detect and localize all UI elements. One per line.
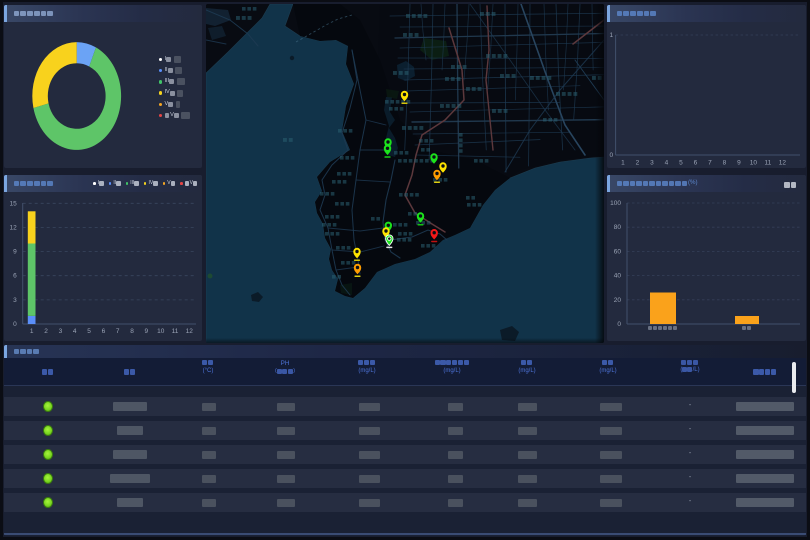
svg-text:7: 7 — [708, 160, 712, 167]
svg-text:8: 8 — [723, 160, 727, 167]
svg-text:7: 7 — [116, 328, 120, 335]
svg-text:11: 11 — [765, 160, 772, 167]
svg-text:11: 11 — [172, 328, 179, 335]
svg-text:8: 8 — [130, 328, 134, 335]
svg-text:12: 12 — [9, 224, 17, 231]
svg-text:9: 9 — [144, 328, 148, 335]
svg-text:5: 5 — [679, 160, 683, 167]
svg-text:1: 1 — [30, 328, 34, 335]
svg-text:6: 6 — [102, 328, 106, 335]
svg-text:6: 6 — [13, 273, 17, 280]
svg-text:9: 9 — [13, 249, 17, 256]
svg-text:60: 60 — [614, 248, 622, 255]
svg-text:15: 15 — [9, 200, 17, 207]
svg-text:9: 9 — [737, 160, 741, 167]
svg-text:3: 3 — [650, 160, 654, 167]
svg-text:12: 12 — [186, 328, 194, 335]
svg-text:1: 1 — [609, 32, 613, 39]
svg-text:12: 12 — [779, 160, 787, 167]
svg-text:0: 0 — [13, 321, 17, 328]
svg-text:10: 10 — [157, 328, 165, 335]
svg-text:0: 0 — [609, 152, 613, 159]
svg-text:40: 40 — [614, 273, 622, 280]
svg-text:80: 80 — [614, 224, 622, 231]
svg-text:0: 0 — [617, 321, 621, 328]
svg-text:3: 3 — [13, 297, 17, 304]
svg-text:2: 2 — [44, 328, 48, 335]
svg-text:20: 20 — [614, 297, 622, 304]
svg-text:4: 4 — [73, 328, 77, 335]
svg-text:5: 5 — [87, 328, 91, 335]
svg-text:3: 3 — [59, 328, 63, 335]
svg-text:10: 10 — [750, 160, 758, 167]
svg-text:6: 6 — [694, 160, 698, 167]
svg-text:1: 1 — [621, 160, 625, 167]
svg-text:2: 2 — [636, 160, 640, 167]
svg-text:4: 4 — [665, 160, 669, 167]
svg-text:100: 100 — [610, 200, 621, 207]
